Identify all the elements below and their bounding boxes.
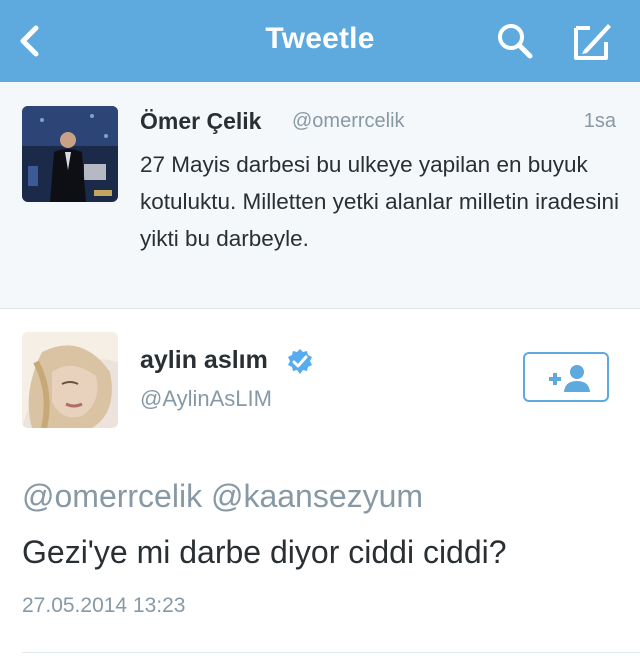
author-handle[interactable]: @AylinAsLIM	[140, 386, 272, 412]
tweet-mentions[interactable]: @omerrcelik @kaansezyum	[22, 478, 423, 515]
nav-title: Tweetle	[265, 22, 375, 55]
tweet-time: 1sa	[583, 110, 616, 132]
avatar[interactable]	[22, 332, 118, 428]
author-handle[interactable]: @omerrcelik	[292, 110, 405, 133]
avatar[interactable]	[22, 106, 118, 202]
verified-badge-icon	[286, 348, 314, 376]
parent-tweet[interactable]: Ömer Çelik @omerrcelik 1sa 27 Mayis darb…	[0, 82, 640, 309]
main-tweet: aylin aslım @AylinAsLIM @omerrcelik @kaa…	[0, 308, 640, 656]
navigation-bar: Tweetle	[0, 0, 640, 82]
divider	[22, 652, 640, 653]
tweet-text: Gezi'ye mi darbe diyor ciddi ciddi?	[22, 534, 507, 570]
author-name[interactable]: Ömer Çelik	[140, 108, 261, 135]
follow-button[interactable]	[523, 352, 609, 402]
add-user-icon	[549, 365, 590, 392]
tweet-timestamp: 27.05.2014 13:23	[22, 594, 186, 617]
compose-icon[interactable]	[568, 18, 614, 64]
tweet-text: 27 Mayis darbesi bu ulkeye yapilan en bu…	[140, 152, 619, 251]
search-icon[interactable]	[494, 20, 536, 62]
author-name[interactable]: aylin aslım	[140, 346, 268, 375]
